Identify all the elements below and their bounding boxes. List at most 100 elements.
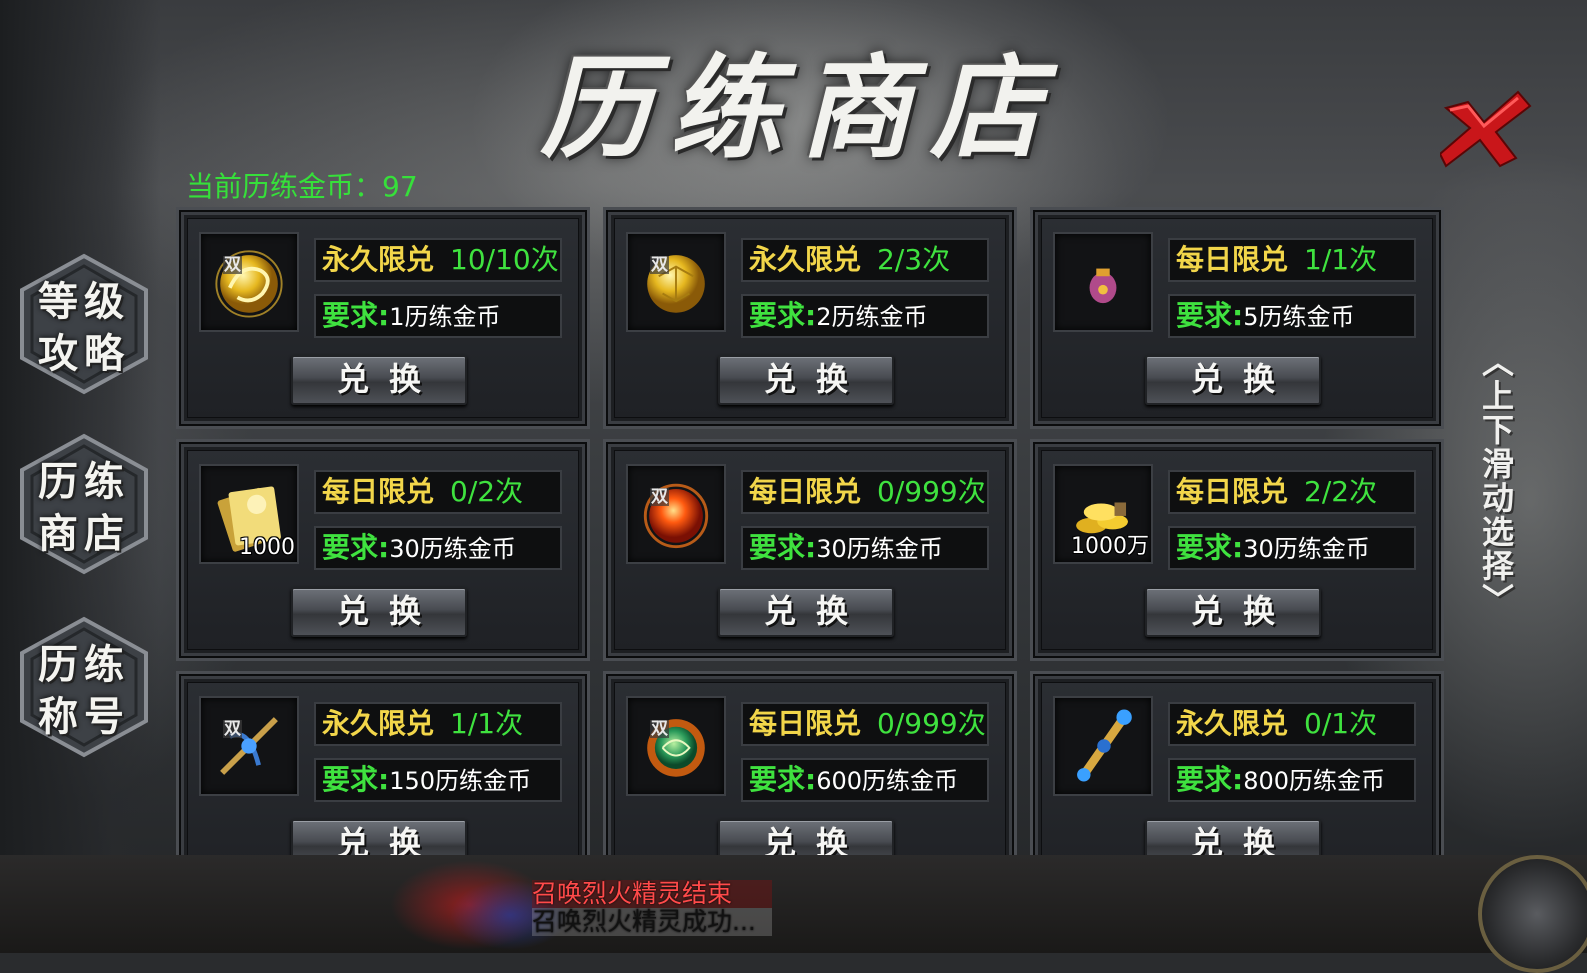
exchange-button[interactable]: 兑换	[718, 587, 894, 637]
exchange-button[interactable]: 兑换	[291, 819, 467, 855]
game-hud-strip	[0, 855, 1587, 953]
shop-item-card: 双 每日限兑 0/999次要求:30历练金币兑换	[603, 439, 1017, 661]
scroll-hint: ︿ 上 下 滑 动 选 择 ﹀	[1478, 345, 1518, 617]
item-slot[interactable]: 1000万	[1053, 464, 1153, 564]
chat-log: 召唤烈火精灵结束 召唤烈火精灵成功...	[532, 880, 772, 936]
requirement-cost: 5历练金币	[1243, 303, 1355, 331]
limit-type: 永久限兑	[749, 243, 862, 276]
shop-item-card: 1000 每日限兑 0/2次 要求:30历练金币兑换	[176, 439, 590, 661]
side-menu-label: 历练	[38, 458, 130, 505]
shop-item-card: 永久限兑 0/1次 要求:800历练金币 兑换	[1030, 671, 1444, 855]
item-slot[interactable]: 1000	[199, 464, 299, 564]
side-menu-label: 称号	[38, 693, 130, 740]
requirement-label: 要求:	[1176, 531, 1244, 564]
scroll-hint-char: 上	[1481, 377, 1514, 415]
limit-box: 每日限兑 0/999次	[741, 470, 989, 514]
limit-count: 1/1次	[450, 707, 524, 740]
requirement-cost: 800历练金币	[1243, 767, 1386, 795]
requirement-label: 要求:	[322, 531, 390, 564]
requirement-box: 要求:30历练金币	[741, 526, 989, 570]
exchange-button[interactable]: 兑换	[291, 355, 467, 405]
exchange-button[interactable]: 兑换	[291, 587, 467, 637]
exchange-button[interactable]: 兑换	[1145, 819, 1321, 855]
limit-type: 每日限兑	[1176, 475, 1289, 508]
requirement-label: 要求:	[1176, 763, 1244, 796]
side-menu-label: 攻略	[38, 330, 130, 377]
limit-type: 每日限兑	[749, 475, 862, 508]
limit-count: 2/2次	[1304, 475, 1378, 508]
requirement-cost: 2历练金币	[816, 303, 928, 331]
shop-item-card: 双 永久限兑 1/1次要求:150历练金币兑换	[176, 671, 590, 855]
requirement-label: 要求:	[322, 763, 390, 796]
exchange-button[interactable]: 兑换	[718, 819, 894, 855]
close-button[interactable]	[1438, 88, 1532, 170]
chat-line: 召唤烈火精灵成功...	[532, 908, 772, 936]
item-slot[interactable]	[1053, 696, 1153, 796]
requirement-cost: 1历练金币	[389, 303, 501, 331]
close-icon	[1438, 90, 1532, 168]
item-slot[interactable]: 双	[199, 232, 299, 332]
gold-dragon-icon	[215, 250, 283, 318]
bound-badge: 双	[650, 487, 669, 507]
limit-count: 0/2次	[450, 475, 524, 508]
limit-box: 每日限兑 1/1次	[1168, 238, 1416, 282]
pouch-icon	[1089, 268, 1117, 304]
bound-badge: 双	[650, 719, 669, 739]
limit-type: 永久限兑	[322, 707, 435, 740]
side-menu-label: 商店	[38, 510, 130, 557]
limit-box: 永久限兑 1/1次	[314, 702, 562, 746]
fire-orb-icon	[643, 483, 709, 549]
item-slot[interactable]	[1053, 232, 1153, 332]
chevron-down-icon: ﹀	[1481, 581, 1514, 619]
side-menu-titles[interactable]: 历练 称号	[16, 615, 152, 759]
shop-item-card: 每日限兑 1/1次 要求:5历练金币 兑换	[1030, 207, 1444, 429]
limit-count: 0/1次	[1304, 707, 1378, 740]
item-slot[interactable]: 双	[626, 696, 726, 796]
side-menu-label: 历练	[38, 641, 130, 688]
shop-item-card: 1000万 每日限兑 2/2次 要求:30历练金币 兑换	[1030, 439, 1444, 661]
scroll-hint-char: 择	[1481, 547, 1514, 585]
side-menu-level-guide[interactable]: 等级 攻略	[16, 252, 152, 396]
limit-type: 每日限兑	[749, 707, 862, 740]
requirement-label: 要求:	[322, 299, 390, 332]
limit-box: 每日限兑 0/999次	[741, 702, 989, 746]
requirement-box: 要求:2历练金币	[741, 294, 989, 338]
shop-item-card: 双 永久限兑 2/3次 要求:2历练金币 兑换	[603, 207, 1017, 429]
requirement-box: 要求:150历练金币	[314, 758, 562, 802]
requirement-cost: 30历练金币	[816, 535, 943, 563]
limit-count: 1/1次	[1304, 243, 1378, 276]
exchange-button[interactable]: 兑换	[1145, 587, 1321, 637]
bound-badge: 双	[223, 255, 242, 275]
side-menu-label: 等级	[38, 278, 130, 325]
item-slot[interactable]: 双	[626, 464, 726, 564]
limit-count: 10/10次	[450, 243, 559, 276]
chevron-up-icon: ︿	[1481, 343, 1514, 381]
side-menu-shop[interactable]: 历练 商店	[16, 432, 152, 576]
shop-grid[interactable]: 双永久限兑 10/10次 要求:1历练金币 兑换双永久限兑 2/3次 要求:2历练金币 兑换…	[170, 205, 1446, 855]
requirement-box: 要求:30历练金币	[314, 526, 562, 570]
chat-line: 召唤烈火精灵结束	[532, 880, 772, 908]
limit-box: 永久限兑 10/10次	[314, 238, 562, 282]
item-slot[interactable]: 双	[626, 232, 726, 332]
exchange-button[interactable]: 兑换	[718, 355, 894, 405]
item-quantity: 1000	[239, 535, 295, 560]
item-slot[interactable]: 双	[199, 696, 299, 796]
hud-orb[interactable]	[1478, 855, 1587, 973]
gold-orb-icon	[647, 255, 705, 313]
currency-display: 当前历练金币：97	[186, 165, 418, 205]
scepter-icon	[1077, 709, 1132, 782]
limit-count: 0/999次	[877, 707, 986, 740]
jade-orb-icon	[647, 719, 705, 777]
limit-type: 每日限兑	[1176, 243, 1289, 276]
bound-badge: 双	[650, 255, 669, 275]
scroll-hint-char: 动	[1481, 479, 1514, 517]
shop-item-card: 双 每日限兑 0/999次 要求:600历练金币 兑换	[603, 671, 1017, 855]
page-title: 历练商店	[540, 43, 1060, 174]
requirement-label: 要求:	[749, 531, 817, 564]
limit-count: 0/999次	[877, 475, 986, 508]
requirement-box: 要求:800历练金币	[1168, 758, 1416, 802]
exchange-button[interactable]: 兑换	[1145, 355, 1321, 405]
limit-box: 每日限兑 0/2次	[314, 470, 562, 514]
limit-box: 永久限兑 0/1次	[1168, 702, 1416, 746]
currency-value: 97	[382, 170, 418, 203]
